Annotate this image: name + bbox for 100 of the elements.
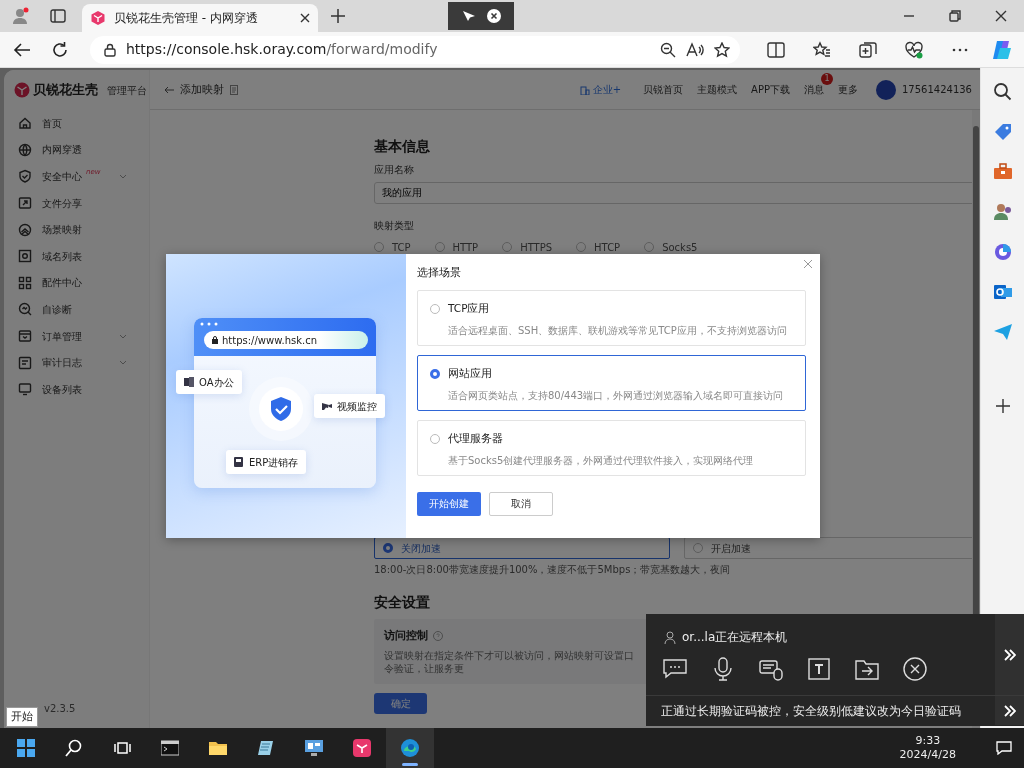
notification-icon[interactable] xyxy=(996,741,1012,755)
clock[interactable]: 9:33 2024/4/28 xyxy=(899,734,956,762)
terminal-icon[interactable] xyxy=(161,739,179,757)
sidebar-label: 文件分享 xyxy=(42,196,82,211)
address-field[interactable]: https://console.hsk.oray.com/forward/modify xyxy=(90,35,740,64)
nav-link[interactable]: 主题模式 xyxy=(697,82,738,97)
folder-icon xyxy=(18,196,32,211)
back-icon[interactable] xyxy=(13,41,31,58)
chat-icon[interactable] xyxy=(663,657,687,681)
refresh-icon[interactable] xyxy=(51,40,69,59)
field-label: 应用名称 xyxy=(374,163,415,177)
scene-tag: 视频监控 xyxy=(314,394,385,418)
notebook-icon[interactable] xyxy=(257,739,275,757)
windows-start-icon[interactable] xyxy=(17,739,35,757)
sidebar-item[interactable]: 域名列表 xyxy=(4,242,149,270)
remote-status: or...la正在远程本机 xyxy=(682,629,788,646)
profile-icon[interactable] xyxy=(11,7,29,25)
task-view-icon[interactable] xyxy=(113,739,131,757)
radio-option[interactable]: Socks5 xyxy=(644,239,698,255)
close-icon[interactable] xyxy=(995,10,1007,22)
close-icon[interactable] xyxy=(300,13,310,23)
radio-indicator xyxy=(430,303,440,314)
enterprise-link[interactable]: 企业+ xyxy=(579,82,622,97)
radio-option[interactable]: TCP xyxy=(374,239,411,255)
sparkle-icon[interactable] xyxy=(992,242,1013,262)
building-icon xyxy=(579,84,590,95)
sidebar-label: 设备列表 xyxy=(42,382,82,397)
shield-icon xyxy=(18,169,32,184)
cancel-button[interactable]: 取消 xyxy=(489,491,553,516)
radio-card[interactable]: 关闭加速 xyxy=(374,537,670,559)
sidebar-item[interactable]: 文件分享 xyxy=(4,189,149,217)
nav-link[interactable]: 贝锐首页 xyxy=(643,82,684,97)
option-card[interactable]: TCP应用 适合远程桌面、SSH、数据库、联机游戏等常见TCP应用，不支持浏览器访问 xyxy=(417,289,806,346)
option-card[interactable]: 代理服务器 基于Socks5创建代理服务器，外网通过代理软件接入，实现网络代理 xyxy=(417,419,806,476)
search-icon[interactable] xyxy=(992,82,1013,102)
copilot-icon[interactable] xyxy=(991,38,1013,61)
collections-icon[interactable] xyxy=(859,40,877,59)
back-arrow-icon[interactable] xyxy=(164,85,174,94)
split-screen-icon[interactable] xyxy=(767,40,785,59)
sidebar-item[interactable]: 配件中心 xyxy=(4,269,149,297)
sidebar-item[interactable]: 场景映射 xyxy=(4,216,149,243)
close-button[interactable] xyxy=(804,260,812,268)
search-icon[interactable] xyxy=(65,739,83,757)
folder-icon[interactable] xyxy=(209,739,227,757)
radio-option[interactable]: HTTPS xyxy=(502,239,553,255)
double-chevron-icon[interactable] xyxy=(1003,648,1016,661)
sidebar-item[interactable]: 内网穿透 xyxy=(4,136,149,164)
document-icon[interactable] xyxy=(230,84,238,95)
radio-option[interactable]: HTTP xyxy=(434,239,479,255)
shield-check-icon xyxy=(270,396,292,422)
heartbeat-icon[interactable] xyxy=(905,40,923,59)
grid-icon xyxy=(18,275,32,290)
edge-browser-icon[interactable] xyxy=(401,739,419,757)
keyboard-mouse-icon[interactable] xyxy=(759,657,783,681)
microphone-icon[interactable] xyxy=(711,657,735,681)
sidebar-item[interactable]: 订单管理 xyxy=(4,322,149,350)
sidebar-item[interactable]: 自诊断 xyxy=(4,296,149,323)
close-circle-icon[interactable] xyxy=(903,657,927,681)
nav-link[interactable]: 消息 xyxy=(804,82,824,97)
add-icon[interactable] xyxy=(995,399,1010,413)
mail-icon[interactable] xyxy=(992,282,1013,302)
zoom-out-icon[interactable] xyxy=(660,41,676,58)
close-circle-icon[interactable] xyxy=(486,9,501,23)
sidebar-label: 首页 xyxy=(42,116,62,131)
sidebar-item[interactable]: 首页 xyxy=(4,110,149,137)
cursor-icon[interactable] xyxy=(461,10,476,22)
create-button[interactable]: 开始创建 xyxy=(417,491,481,516)
sidebar-label: 审计日志 xyxy=(42,356,82,371)
mock-url: https://www.hsk.cn xyxy=(222,333,317,348)
option-card[interactable]: 网站应用 适合网页类站点，支持80/443端口，外网通过浏览器输入域名即可直接访问 xyxy=(417,354,806,411)
tab-actions-icon[interactable] xyxy=(50,9,66,23)
app-logo-icon[interactable] xyxy=(353,739,371,757)
nav-link[interactable]: 更多 xyxy=(838,82,858,97)
favorites-icon[interactable] xyxy=(813,40,831,59)
people-icon[interactable] xyxy=(992,202,1013,222)
document-icon xyxy=(184,377,194,387)
toolbox-icon[interactable] xyxy=(992,162,1013,182)
section-title: 安全设置 xyxy=(374,593,431,612)
home-icon xyxy=(18,116,32,131)
text-icon[interactable] xyxy=(807,657,831,681)
favorite-star-icon[interactable] xyxy=(714,41,730,58)
radio-option[interactable]: HTCP xyxy=(576,239,621,255)
read-aloud-icon[interactable] xyxy=(686,41,704,58)
send-icon[interactable] xyxy=(992,322,1013,342)
window-dots-icon xyxy=(200,322,218,326)
file-transfer-icon[interactable] xyxy=(855,657,879,681)
browser-tab[interactable]: 贝锐花生壳管理 - 内网穿透 xyxy=(82,4,318,32)
confirm-button[interactable]: 确定 xyxy=(374,692,427,714)
new-tab-icon[interactable] xyxy=(331,9,345,23)
sidebar-item[interactable]: 审计日志 xyxy=(4,349,149,376)
nav-link[interactable]: APP下载 xyxy=(751,82,790,97)
restore-icon[interactable] xyxy=(949,10,961,22)
brand-logo-icon xyxy=(14,82,30,98)
sidebar-item[interactable]: 设备列表 xyxy=(4,375,149,403)
double-chevron-icon[interactable] xyxy=(1003,704,1016,717)
user-name[interactable]: 17561424136 xyxy=(902,82,972,97)
computer-management-icon[interactable] xyxy=(305,739,323,757)
radio-indicator xyxy=(693,543,703,553)
user-icon xyxy=(664,630,676,644)
avatar[interactable] xyxy=(876,79,896,100)
